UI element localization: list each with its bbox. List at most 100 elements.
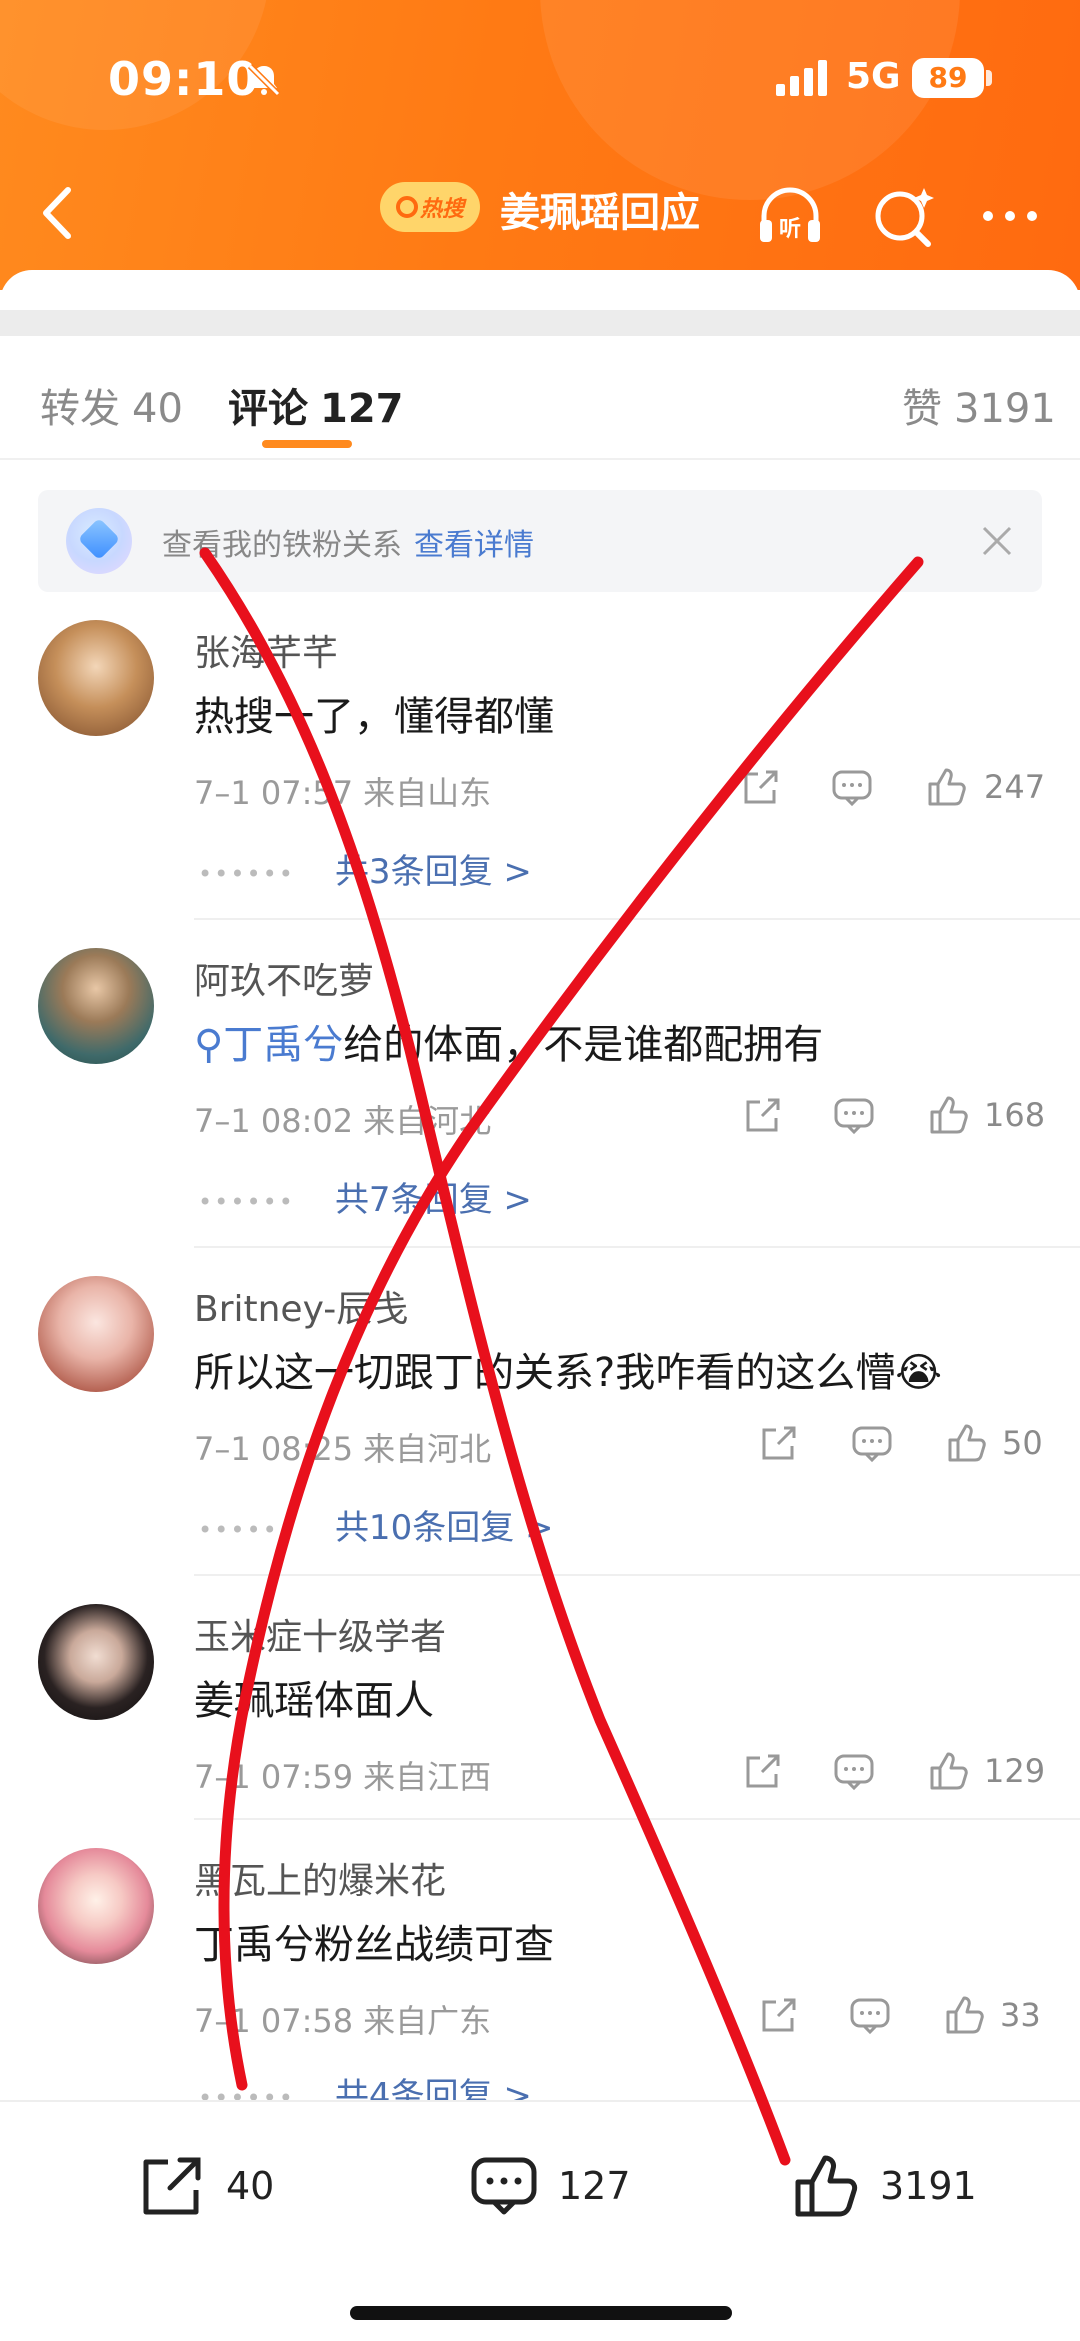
comment-count: 127 xyxy=(558,2164,631,2208)
tab-like-count: 3191 xyxy=(954,386,1056,432)
like-button[interactable]: 3191 xyxy=(790,2146,977,2226)
tab-repost[interactable]: 转发 40 xyxy=(40,376,183,434)
comment-location: 来自河北 xyxy=(363,1430,492,1468)
comment-icon[interactable] xyxy=(830,766,874,810)
comment-date: 7–1 08:25 xyxy=(194,1430,354,1468)
divider xyxy=(194,918,1080,920)
fan-relationship-banner[interactable]: 查看我的铁粉关系 查看详情 xyxy=(38,490,1042,592)
comment-location: 来自河北 xyxy=(363,1102,492,1140)
home-indicator[interactable] xyxy=(350,2306,732,2320)
comment-date: 7–1 08:02 xyxy=(194,1102,354,1140)
like-count: 247 xyxy=(984,768,1046,806)
comment-date: 7–1 07:58 xyxy=(194,2002,354,2040)
topic-tag-label: 丁禹兮 xyxy=(223,1022,344,1068)
thumbs-up-icon[interactable] xyxy=(926,1748,970,1792)
fan-banner-link[interactable]: 查看详情 xyxy=(414,528,534,563)
avatar[interactable] xyxy=(38,1848,154,1964)
headphone-listen-icon[interactable]: 听 xyxy=(752,178,828,254)
diamond-icon xyxy=(66,508,132,574)
comment-meta: 7–1 07:57 来自山东 xyxy=(194,768,491,814)
close-icon[interactable] xyxy=(972,516,1022,566)
battery-icon: 89 xyxy=(912,58,984,98)
signal-icon xyxy=(776,60,827,96)
comment-meta: 7–1 07:59 来自江西 xyxy=(194,1752,491,1798)
divider xyxy=(194,1818,1080,1820)
avatar[interactable] xyxy=(38,948,154,1064)
avatar[interactable] xyxy=(38,620,154,736)
dots-divider: •••••• xyxy=(198,1187,295,1216)
replies-label: 共7条回复 > xyxy=(334,1180,532,1220)
avatar[interactable] xyxy=(38,1604,154,1720)
comment-text: 热搜一了，懂得都懂 xyxy=(194,694,554,740)
back-icon[interactable] xyxy=(28,178,88,248)
bottom-action-bar: 40 127 3191 xyxy=(0,2100,1080,2341)
thumbs-up-icon xyxy=(795,2155,858,2217)
share-icon[interactable] xyxy=(738,766,782,810)
share-icon[interactable] xyxy=(740,1750,784,1794)
comment-date: 7–1 07:59 xyxy=(194,1758,354,1796)
comment-text: 姜珮瑶体面人 xyxy=(194,1678,434,1724)
page-title: 姜珮瑶回应 xyxy=(500,190,700,236)
tab-comment[interactable]: 评论 127 xyxy=(228,376,404,434)
comment-author[interactable]: 阿玖不吃萝 xyxy=(194,952,374,1004)
replies-label: 共3条回复 > xyxy=(334,852,532,892)
svg-text:听: 听 xyxy=(779,217,801,242)
tab-bar: 转发 40 评论 127 赞 3191 xyxy=(0,336,1080,460)
more-icon[interactable] xyxy=(972,178,1048,254)
comment-meta: 7–1 08:25 来自河北 xyxy=(194,1424,491,1470)
tab-comment-label: 评论 xyxy=(228,386,308,432)
like-count-total: 3191 xyxy=(880,2164,977,2208)
comment-icon[interactable] xyxy=(832,1750,876,1794)
thumbs-up-icon[interactable] xyxy=(926,1092,970,1136)
share-icon[interactable] xyxy=(756,1994,800,2038)
comment-text: ⚲丁禹兮给的体面，不是谁都配拥有 xyxy=(194,1012,823,1070)
share-icon[interactable] xyxy=(740,1094,784,1138)
replies-link[interactable]: •••••• 共3条回复 > xyxy=(198,844,532,893)
comment-text: 丁禹兮粉丝战绩可查 xyxy=(194,1922,554,1968)
divider xyxy=(194,1574,1080,1576)
hot-search-icon xyxy=(395,196,418,218)
tab-like-label: 赞 xyxy=(902,386,942,432)
avatar[interactable] xyxy=(38,1276,154,1392)
status-time: 09:10 xyxy=(108,52,260,106)
comment-meta: 7–1 08:02 来自河北 xyxy=(194,1096,491,1142)
comment-location: 来自江西 xyxy=(363,1758,492,1796)
thumbs-up-icon[interactable] xyxy=(942,1992,986,2036)
like-count: 50 xyxy=(1002,1424,1043,1462)
fan-banner-label: 查看我的铁粉关系 xyxy=(162,528,402,563)
tab-repost-label: 转发 xyxy=(40,386,120,432)
comment-author[interactable]: 黑瓦上的爆米花 xyxy=(194,1852,446,1904)
replies-link[interactable]: •••••• 共10条回复 > xyxy=(198,1500,554,1549)
bell-muted-icon xyxy=(247,63,281,97)
comment-author[interactable]: 张海芊芊 xyxy=(194,624,338,676)
tab-comment-count: 127 xyxy=(320,386,404,432)
like-count: 33 xyxy=(1000,1996,1041,2034)
thumbs-up-icon[interactable] xyxy=(944,1420,988,1464)
like-count: 168 xyxy=(984,1096,1046,1134)
comment-location: 来自山东 xyxy=(363,774,492,812)
fan-banner-text: 查看我的铁粉关系 查看详情 xyxy=(162,520,534,564)
comment-author[interactable]: Britney-辰戋 xyxy=(194,1280,408,1332)
repost-icon xyxy=(143,2157,201,2215)
search-sparkle-icon[interactable] xyxy=(866,178,942,254)
dots-divider: •••••• xyxy=(198,1515,295,1544)
comment-icon[interactable] xyxy=(832,1094,876,1138)
like-count: 129 xyxy=(984,1752,1046,1790)
repost-button[interactable]: 40 xyxy=(136,2146,274,2226)
nav-bar: 热搜 姜珮瑶回应 听 xyxy=(0,160,1080,270)
replies-label: 共10条回复 > xyxy=(334,1508,554,1548)
replies-link[interactable]: •••••• 共7条回复 > xyxy=(198,1172,532,1221)
comment-icon[interactable] xyxy=(850,1422,894,1466)
comment-button[interactable]: 127 xyxy=(468,2146,631,2226)
hot-search-badge[interactable]: 热搜 xyxy=(380,182,480,232)
topic-tag[interactable]: ⚲丁禹兮 xyxy=(194,1022,343,1068)
comment-text: 所以这一切跟丁的关系?我咋看的这么懵😭 xyxy=(194,1350,942,1396)
comment-icon[interactable] xyxy=(848,1994,892,2038)
tab-active-underline xyxy=(262,440,352,448)
comment-author[interactable]: 玉米症十级学者 xyxy=(194,1608,446,1660)
comment-meta: 7–1 07:58 来自广东 xyxy=(194,1996,491,2042)
tab-like[interactable]: 赞 3191 xyxy=(902,376,1056,434)
thumbs-up-icon[interactable] xyxy=(924,764,968,808)
repost-count: 40 xyxy=(226,2164,275,2208)
share-icon[interactable] xyxy=(756,1422,800,1466)
